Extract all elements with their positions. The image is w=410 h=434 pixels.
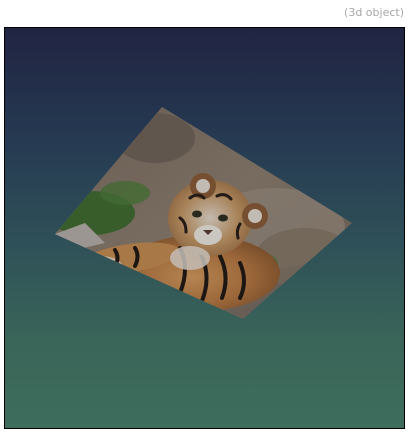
tiger-image-plane (55, 107, 352, 319)
object-caption: (3d object) (344, 6, 404, 19)
3d-scene (55, 107, 352, 319)
3d-viewport[interactable] (4, 27, 405, 429)
